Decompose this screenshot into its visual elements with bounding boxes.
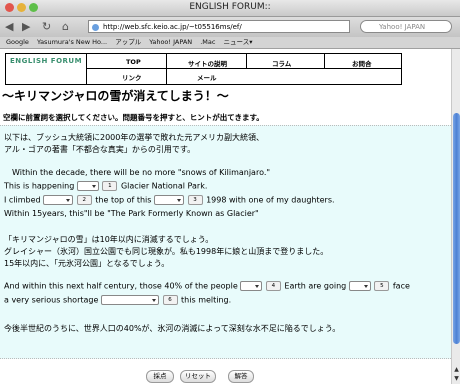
question-text: Glacier National Park. <box>120 181 208 191</box>
question-line-1: This is happening 1 Glacier National Par… <box>4 181 207 191</box>
scrollbar-thumb[interactable] <box>453 113 460 344</box>
forward-icon[interactable]: ▶ <box>22 20 30 34</box>
question-text: this melting. <box>181 295 232 305</box>
address-text: http://web.sfc.keio.ac.jp/~t05516ms/ef/ <box>103 23 242 31</box>
site-nav-table: ENGLISH FORUM TOP サイトの説明 コラム お問合 リンク メール <box>5 53 402 85</box>
translation-line: 15年以内に、「元氷河公園」となるでしょう。 <box>4 259 170 268</box>
window-titlebar: ENGLISH FORUM:: <box>0 0 460 17</box>
question-text: the top of this <box>95 195 152 205</box>
hint-button-6[interactable]: 6 <box>162 295 178 305</box>
hint-button-4[interactable]: 4 <box>265 281 281 291</box>
intro-line: 以下は、ブッシュ大統領に2000年の選挙で敗れた元アメリカ副大統領、 <box>4 133 264 142</box>
reset-button[interactable]: リセット <box>180 370 216 383</box>
site-logo[interactable]: ENGLISH FORUM <box>10 57 82 65</box>
nav-links[interactable]: リンク <box>122 72 142 82</box>
window-title: ENGLISH FORUM:: <box>189 2 271 12</box>
question-line-4: a very serious shortage 6 this melting. <box>4 295 231 305</box>
bookmarks-bar: Google Yasumura's New Ho... アップル Yahoo! … <box>0 37 460 49</box>
question-text: Within the decade, there will be no more… <box>12 168 271 177</box>
bookmark-item[interactable]: ニュース▾ <box>224 38 253 46</box>
back-icon[interactable]: ◀ <box>5 20 13 34</box>
question-text: Within 15years, this"ll be "The Park For… <box>4 209 259 218</box>
answer-button[interactable]: 解答 <box>228 370 254 383</box>
question-text: a very serious shortage <box>4 295 99 305</box>
hint-button-3[interactable]: 3 <box>187 195 203 205</box>
bookmark-item[interactable]: アップル <box>115 38 141 46</box>
answer-select-5[interactable] <box>348 281 371 291</box>
hint-button-2[interactable]: 2 <box>76 195 92 205</box>
nav-mail[interactable]: メール <box>197 72 217 82</box>
bookmark-item[interactable]: Yasumura's New Ho... <box>37 38 107 46</box>
answer-select-1[interactable] <box>76 181 99 191</box>
scroll-down-icon[interactable]: ▼ <box>453 375 460 383</box>
translation-line: グレイシャー（氷河）国立公園でも同じ現象が。私も1998年に娘と山頂まで登りまし… <box>4 247 329 256</box>
question-text: I climbed <box>4 195 41 205</box>
question-text: face <box>392 281 410 291</box>
page-title: 〜キリマンジャロの雪が消えてしまう！〜 <box>2 89 229 103</box>
hint-button-5[interactable]: 5 <box>374 281 390 291</box>
search-placeholder: Yahoo! JAPAN <box>379 23 426 31</box>
bookmark-item[interactable]: Yahoo! JAPAN <box>149 38 192 46</box>
nav-about[interactable]: サイトの説明 <box>188 58 227 68</box>
site-icon <box>92 24 99 31</box>
question-text: Earth are going <box>284 281 347 291</box>
page-content: ENGLISH FORUM TOP サイトの説明 コラム お問合 リンク メール… <box>0 49 451 384</box>
bookmark-item[interactable]: Google <box>6 38 29 46</box>
answer-select-4[interactable] <box>240 281 263 291</box>
search-field[interactable]: Yahoo! JAPAN <box>360 20 452 33</box>
translation-line: 「キリマンジャロの雪」は10年以内に消滅するでしょう。 <box>4 235 214 244</box>
intro-line: アル・ゴアの著書「不都合な真実」からの引用です。 <box>4 145 196 154</box>
scroll-up-icon[interactable]: ▲ <box>453 366 460 374</box>
nav-column[interactable]: コラム <box>272 58 291 68</box>
home-icon[interactable]: ⌂ <box>62 20 69 34</box>
nav-top[interactable]: TOP <box>126 58 141 66</box>
question-line-3: And within this next half century, those… <box>4 281 410 291</box>
answer-select-3[interactable] <box>154 195 184 205</box>
question-text: 1998 with one of my daughters. <box>206 195 335 205</box>
translation-line: 今後半世紀のうちに、世界人口の40%が、氷河の消滅によって深刻な水不足に陥るでし… <box>4 324 341 333</box>
answer-select-2[interactable] <box>43 195 74 205</box>
nav-contact[interactable]: お問合 <box>352 58 372 68</box>
address-bar[interactable]: http://web.sfc.keio.ac.jp/~t05516ms/ef/ <box>88 20 350 33</box>
question-line-2: I climbed 2 the top of this 3 1998 with … <box>4 195 335 205</box>
hint-button-1[interactable]: 1 <box>102 181 118 191</box>
browser-toolbar: ◀ ▶ ↻ ⌂ http://web.sfc.keio.ac.jp/~t0551… <box>0 17 460 37</box>
exercise-panel: 以下は、ブッシュ大統領に2000年の選挙で敗れた元アメリカ副大統領、 アル・ゴア… <box>0 125 451 359</box>
vertical-scrollbar[interactable]: ▲ ▼ <box>451 49 460 384</box>
question-text: This is happening <box>4 181 75 191</box>
score-button[interactable]: 採点 <box>146 370 174 383</box>
bookmark-item[interactable]: .Mac <box>200 38 215 46</box>
question-text: And within this next half century, those… <box>4 281 238 291</box>
instruction-text: 空欄に前置詞を選択してください。問題番号を押すと、ヒントが出てきます。 <box>3 113 264 122</box>
reload-icon[interactable]: ↻ <box>42 20 51 34</box>
answer-select-6[interactable] <box>100 295 159 305</box>
